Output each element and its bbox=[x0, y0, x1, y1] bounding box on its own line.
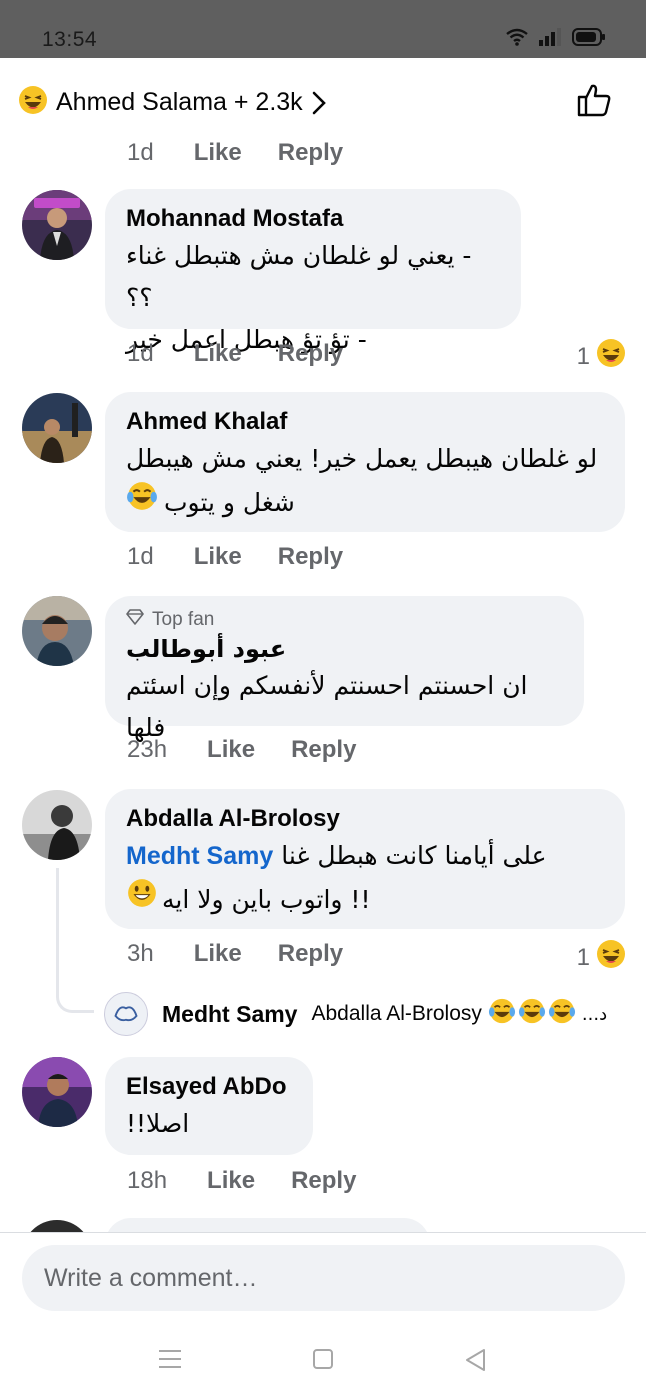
chevron-right-icon bbox=[311, 90, 327, 116]
comment-time: 1d bbox=[127, 543, 154, 570]
comment-input[interactable] bbox=[22, 1245, 625, 1311]
comment-text-line: - يعني لو غلطان مش هتبطل غناء ؟؟ bbox=[126, 241, 472, 312]
avatar[interactable] bbox=[22, 790, 92, 860]
comment-text-line: على أيامنا كانت هبطل غنا bbox=[281, 841, 547, 870]
like-link[interactable]: Like bbox=[207, 1167, 255, 1195]
comment-bubble[interactable] bbox=[105, 1218, 430, 1232]
comment-author[interactable]: Abdalla Al-Brolosy bbox=[126, 803, 604, 835]
comment-time: 1d bbox=[127, 142, 154, 166]
comment-time: 23h bbox=[127, 736, 168, 763]
grinning-emoji-icon bbox=[126, 877, 158, 922]
comment-meta-row: 1d Like Reply bbox=[127, 340, 343, 368]
reaction-count[interactable]: 1 bbox=[577, 338, 626, 375]
comment-author[interactable]: Ahmed Khalaf bbox=[126, 406, 604, 438]
reaction-count-number: 1 bbox=[576, 943, 590, 971]
laughing-emoji-icon bbox=[596, 338, 626, 375]
mention-link[interactable]: Medht Samy bbox=[126, 842, 273, 870]
comment-author[interactable]: Mohannad Mostafa bbox=[126, 203, 500, 235]
back-nav-icon[interactable] bbox=[464, 1348, 486, 1377]
reply-link[interactable]: Reply bbox=[291, 1167, 356, 1195]
reactors-label: Ahmed Salama + 2.3k bbox=[56, 88, 303, 116]
reply-link[interactable]: Reply bbox=[278, 142, 343, 167]
reply-link[interactable]: Reply bbox=[278, 340, 343, 368]
comment-text-line-wrap: على أيامنا كانت هبطل غنا Medht Samy bbox=[126, 835, 604, 877]
comment-bubble[interactable]: Mohannad Mostafa - يعني لو غلطان مش هتبط… bbox=[105, 189, 521, 354]
comment-time: 1d bbox=[127, 340, 154, 367]
reply-trail: ...د bbox=[581, 1003, 608, 1025]
comment-author[interactable]: عبود أبوطالب bbox=[126, 633, 563, 665]
status-time: 13:54 bbox=[42, 28, 98, 51]
comment-text-line: !! واتوب باين ولا ايه bbox=[162, 884, 371, 914]
laughing-emoji-icon bbox=[18, 85, 48, 120]
comment-author[interactable]: Elsayed AbDo bbox=[126, 1071, 292, 1103]
top-fan-badge: Top fan bbox=[126, 607, 563, 633]
battery-icon bbox=[572, 28, 606, 46]
avatar[interactable] bbox=[22, 1220, 92, 1232]
reply-author[interactable]: Medht Samy bbox=[162, 1001, 297, 1028]
reply-preview[interactable]: Medht Samy Abdalla Al-Brolosy ...د bbox=[104, 992, 634, 1036]
comment-time: 18h bbox=[127, 1167, 168, 1194]
avatar[interactable] bbox=[22, 596, 92, 666]
comment-meta-row: 23h Like Reply bbox=[127, 736, 356, 764]
diamond-icon bbox=[126, 607, 144, 633]
comment-time: 3h bbox=[127, 940, 154, 967]
reply-snippet: Abdalla Al-Brolosy ...د bbox=[311, 997, 607, 1031]
status-bar: 13:54 bbox=[0, 0, 646, 58]
comment-meta-row: 1d Like Reply bbox=[127, 543, 343, 571]
laughing-emoji-icon bbox=[596, 939, 626, 976]
thumbs-up-icon[interactable] bbox=[576, 82, 612, 123]
avatar[interactable] bbox=[22, 393, 92, 463]
like-link[interactable]: Like bbox=[207, 736, 255, 764]
like-link[interactable]: Like bbox=[194, 142, 242, 167]
avatar[interactable] bbox=[22, 190, 92, 260]
reply-link[interactable]: Reply bbox=[291, 736, 356, 764]
comment-bubble[interactable]: Ahmed Khalaf لو غلطان هيبطل يعمل خير! يع… bbox=[105, 392, 625, 532]
home-nav-icon[interactable] bbox=[312, 1348, 334, 1375]
system-nav-bar bbox=[0, 1332, 646, 1400]
avatar[interactable] bbox=[104, 992, 148, 1036]
reaction-count[interactable]: 1 bbox=[577, 939, 626, 976]
comment-bubble[interactable]: Top fan عبود أبوطالب ان احسنتم احسنتم لأ… bbox=[105, 596, 584, 742]
tears-of-joy-emoji-icon bbox=[548, 997, 576, 1031]
signal-icon bbox=[538, 28, 562, 46]
top-fan-label: Top fan bbox=[152, 609, 215, 630]
reply-thread-connector bbox=[56, 868, 94, 1013]
status-icons bbox=[506, 28, 606, 46]
comment-text-line-wrap: !! واتوب باين ولا ايه bbox=[126, 877, 604, 922]
comment-text-line: شغل و يتوب bbox=[164, 487, 295, 517]
comment-bubble[interactable]: Elsayed AbDo اصلا!! bbox=[105, 1057, 313, 1155]
avatar[interactable] bbox=[22, 1057, 92, 1127]
reaction-count-number: 1 bbox=[576, 342, 590, 370]
comment-text-line-wrap: شغل و يتوب bbox=[126, 480, 604, 525]
wifi-icon bbox=[506, 28, 528, 46]
comment-meta-row: 3h Like Reply bbox=[127, 940, 343, 968]
comment-text-line: اصلا!! bbox=[126, 1109, 190, 1138]
tears-of-joy-emoji-icon bbox=[126, 480, 158, 525]
comments-header: Ahmed Salama + 2.3k bbox=[0, 58, 646, 142]
comments-feed[interactable]: 1d Like Reply Mohannad Mostafa - يعني لو… bbox=[0, 142, 646, 1232]
comment-bubble[interactable]: Abdalla Al-Brolosy على أيامنا كانت هبطل … bbox=[105, 789, 625, 929]
like-link[interactable]: Like bbox=[194, 940, 242, 968]
reactors-link[interactable]: Ahmed Salama + 2.3k bbox=[18, 85, 327, 120]
menu-nav-icon[interactable] bbox=[158, 1348, 182, 1375]
reply-link[interactable]: Reply bbox=[278, 940, 343, 968]
like-link[interactable]: Like bbox=[194, 340, 242, 368]
comment-meta-row: 1d Like Reply bbox=[127, 142, 343, 170]
like-link[interactable]: Like bbox=[194, 543, 242, 571]
tears-of-joy-emoji-icon bbox=[518, 997, 546, 1031]
reply-link[interactable]: Reply bbox=[278, 543, 343, 571]
comment-meta-row: 18h Like Reply bbox=[127, 1167, 356, 1195]
comment-text-line: لو غلطان هيبطل يعمل خير! يعني مش هيبطل bbox=[126, 444, 598, 473]
tears-of-joy-emoji-icon bbox=[488, 997, 516, 1031]
comment-composer bbox=[0, 1232, 646, 1332]
reply-text: Abdalla Al-Brolosy bbox=[311, 1002, 482, 1025]
